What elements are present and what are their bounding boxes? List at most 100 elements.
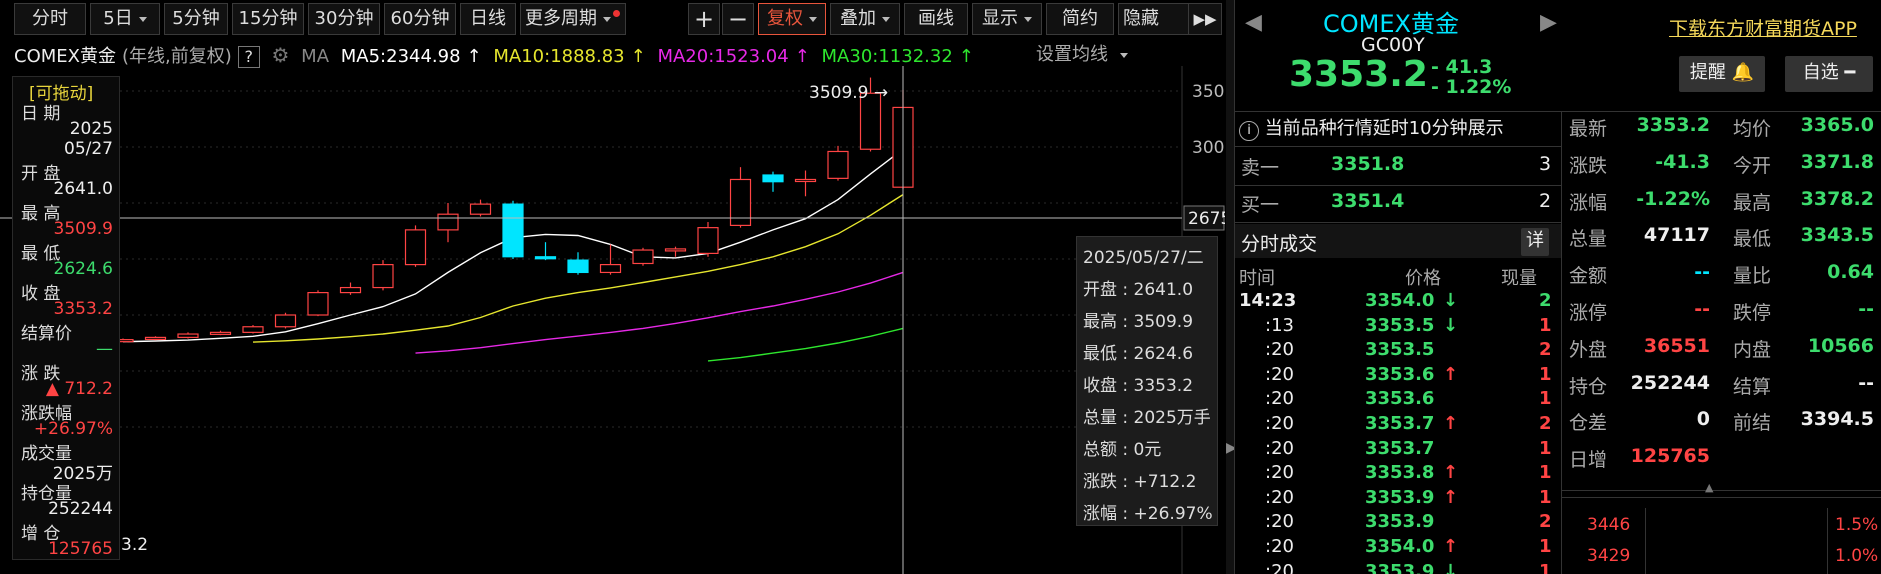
stat-label: 总量 — [1569, 228, 1608, 251]
arrow-down-icon: ↓ — [1443, 314, 1459, 336]
ticks-header-volume: 现量 — [1501, 268, 1537, 289]
ma-settings-dropdown[interactable]: 设置均线 — [1036, 42, 1128, 68]
candle-body — [567, 259, 589, 274]
alert-button[interactable]: 提醒 🔔 — [1679, 56, 1765, 92]
candle — [697, 222, 719, 257]
download-app-link[interactable]: 下载东方财富期货APP — [1669, 14, 1857, 41]
tooltip-close: 收盘 : 3353.2 — [1083, 376, 1194, 396]
open-interest-value: 252244 — [48, 499, 113, 519]
stat-value: -- — [1858, 371, 1874, 394]
candle-body — [177, 333, 199, 339]
stat-label: 均价 — [1733, 118, 1772, 140]
stat-label: 量比 — [1733, 265, 1772, 288]
quote-panel: ◀ ▶ COMEX黄金 GC00Y 3353.2 - 41.3 - 1.22% … — [1234, 0, 1881, 574]
stat-value: 36551 — [1643, 334, 1710, 357]
stat-label: 日增 — [1569, 449, 1608, 472]
period-tab-5day[interactable]: 5日 — [90, 3, 160, 35]
divider — [1235, 222, 1561, 223]
candlestick-chart[interactable]: 3500.00 3000.00 2675.42 3509.9 → 3.2 — [0, 66, 1225, 574]
period-tab-30min[interactable]: 30分钟 — [308, 3, 380, 35]
gear-icon[interactable]: ⚙ — [272, 43, 290, 67]
watchlist-button[interactable]: 自选 ━ — [1785, 56, 1873, 92]
expand-panel-button[interactable]: ▶▶ — [1188, 3, 1222, 35]
max-price-label: 3509.9 → — [809, 83, 888, 103]
candle — [469, 199, 492, 217]
candle-body — [729, 178, 752, 227]
zoom-out-button[interactable]: − — [722, 3, 754, 35]
tooltip-open: 开盘 : 2641.0 — [1083, 280, 1194, 300]
date-value: 05/27 — [64, 139, 113, 159]
hide-button[interactable]: 隐藏 — [1118, 3, 1190, 35]
high-value: 3509.9 — [53, 219, 113, 239]
ticks-detail-button[interactable]: 详 — [1521, 228, 1549, 256]
overlay-dropdown[interactable]: 叠加 — [830, 3, 900, 35]
panel-splitter[interactable]: ▶ — [1226, 0, 1237, 574]
arrow-up-icon: ↑ — [1443, 413, 1459, 434]
tick-price: 3353.9 — [1365, 486, 1435, 508]
tick-volume: 2 — [1539, 511, 1552, 533]
tick-volume: 1 — [1539, 388, 1552, 410]
period-tab-5min[interactable]: 5分钟 — [164, 3, 228, 35]
zoom-in-button[interactable]: + — [688, 3, 720, 35]
candle — [144, 336, 167, 341]
ma20-text: MA20:1523.04 — [657, 46, 789, 67]
candle-body — [242, 326, 264, 333]
draw-line-button[interactable]: 画线 — [904, 3, 968, 35]
candle-body — [664, 248, 687, 252]
tick-price: 3353.9 — [1365, 560, 1435, 574]
tick-volume: 1 — [1539, 462, 1552, 484]
stat-value: -- — [1858, 298, 1874, 320]
period-tab-fenshi[interactable]: 分时 — [14, 3, 86, 35]
tick-time: :20 — [1265, 339, 1294, 361]
toolbar: 分时 5日 5分钟 15分钟 30分钟 60分钟 日线 更多周期 + − 复权 … — [0, 0, 1230, 38]
ticks-header-time: 时间 — [1239, 268, 1275, 289]
candle — [177, 332, 199, 339]
more-periods-dropdown[interactable]: 更多周期 — [520, 3, 626, 35]
fuquan-dropdown[interactable]: 复权 — [758, 3, 826, 35]
period-tab-daily[interactable]: 日线 — [460, 3, 516, 35]
stat-label: 今开 — [1733, 154, 1772, 177]
stat-value: 47117 — [1643, 224, 1710, 247]
tick-volume: 1 — [1539, 363, 1552, 385]
next-instrument-icon[interactable]: ▶ — [1540, 10, 1557, 35]
divider — [1561, 490, 1881, 491]
candle-body — [209, 331, 232, 335]
overlay-label: 叠加 — [840, 8, 876, 29]
pct-value: +26.97% — [33, 419, 113, 439]
display-dropdown[interactable]: 显示 — [972, 3, 1042, 35]
candle-body — [794, 178, 817, 183]
prev-instrument-icon[interactable]: ◀ — [1245, 10, 1262, 35]
period-tab-15min[interactable]: 15分钟 — [232, 3, 304, 35]
tick-price: 3353.6 — [1365, 388, 1435, 410]
divider — [1561, 497, 1881, 498]
tooltip-change: 涨跌 : +712.2 — [1083, 472, 1197, 492]
fuquan-label: 复权 — [767, 8, 803, 29]
candle — [534, 242, 557, 261]
tick-time: :20 — [1265, 560, 1294, 574]
arrow-down-icon: ↓ — [1443, 290, 1459, 311]
candle-detail-panel[interactable]: [可拖动] 日 期 2025 05/27 开 盘 2641.0 最 高 3509… — [12, 76, 120, 560]
vertical-divider — [1561, 111, 1562, 574]
period-tab-60min[interactable]: 60分钟 — [384, 3, 456, 35]
ticks-header-price: 价格 — [1405, 268, 1441, 289]
stat-value: -41.3 — [1655, 150, 1710, 173]
instrument-name: COMEX黄金 — [14, 46, 116, 67]
price-axis-label: 3000.00 — [1192, 138, 1225, 158]
simple-mode-button[interactable]: 简约 — [1046, 3, 1114, 35]
crosshair-price-label: 2675.42 — [1188, 209, 1225, 229]
stat-label: 最高 — [1733, 191, 1772, 214]
candle — [567, 252, 589, 275]
stat-value: 10566 — [1807, 334, 1874, 357]
settle-label: 结算价 — [21, 324, 72, 344]
candle — [664, 246, 687, 257]
collapse-up-icon[interactable]: ▲ — [1705, 481, 1713, 494]
ticks-title: 分时成交 — [1241, 233, 1318, 255]
chart-mode-label: (年线,前复权) — [121, 46, 232, 67]
tick-time: :20 — [1265, 462, 1294, 484]
ma10-value: MA10:1888.83 ↑ — [493, 46, 646, 67]
mini-chart-axis — [1645, 508, 1646, 574]
tick-volume: 2 — [1539, 413, 1552, 434]
help-icon[interactable]: ? — [237, 46, 260, 68]
buy1-volume: 2 — [1539, 190, 1552, 212]
tooltip-date: 2025/05/27/二 — [1083, 248, 1204, 268]
